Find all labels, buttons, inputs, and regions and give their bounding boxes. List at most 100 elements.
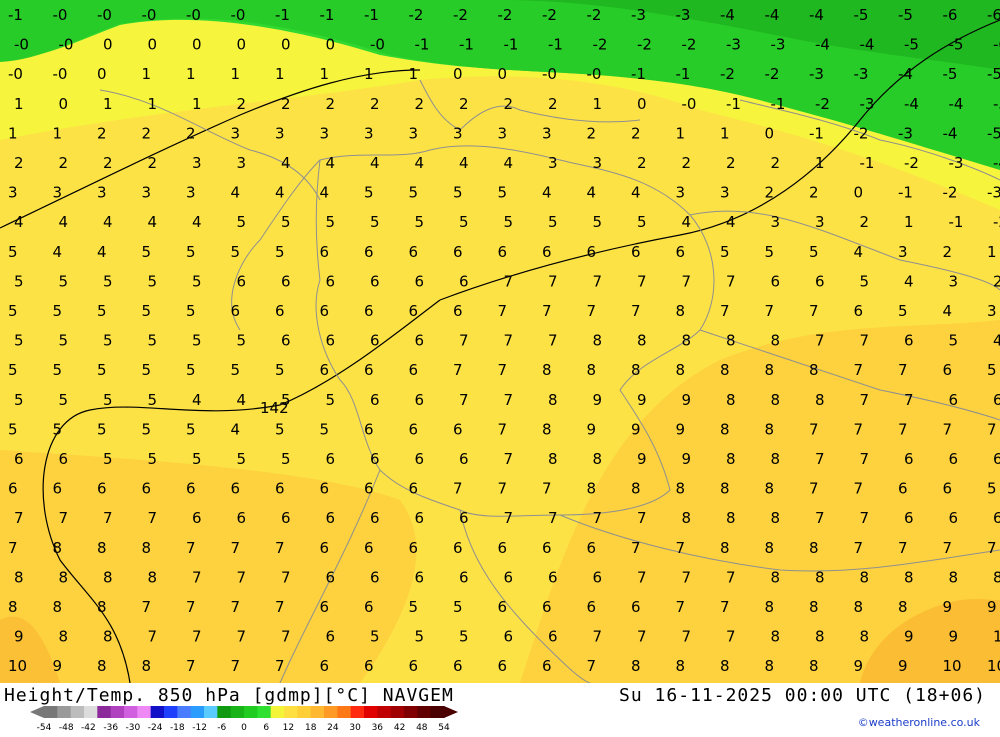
temperature-value: -5 — [854, 6, 869, 24]
temperature-value: 5 — [987, 480, 997, 498]
legend-swatch — [137, 706, 152, 718]
temperature-value: 5 — [148, 450, 158, 468]
temperature-value: 3 — [8, 184, 18, 202]
temperature-value: 7 — [281, 628, 291, 646]
temperature-value: 1 — [593, 95, 603, 113]
temperature-value: 5 — [97, 420, 107, 438]
temperature-value: 3 — [364, 124, 374, 142]
temperature-value: 4 — [993, 332, 1000, 350]
temperature-value: 3 — [548, 154, 558, 172]
temperature-value: 3 — [949, 272, 959, 290]
temperature-value: -3 — [676, 6, 691, 24]
temperature-value: 6 — [370, 332, 380, 350]
temperature-value: 5 — [637, 213, 647, 231]
temperature-value: -1 — [631, 65, 646, 83]
legend-tick-label: 48 — [416, 723, 428, 733]
temperature-value: -0 — [186, 6, 201, 24]
temperature-value: 6 — [275, 480, 285, 498]
temperature-value: 5 — [53, 302, 63, 320]
temperature-value: 4 — [459, 154, 469, 172]
color-scale-legend: -54 -48 -42 -36 -30 -24 -18 -12 -6 0 6 12 18 24 30 36 42… — [30, 705, 470, 737]
temperature-value: 6 — [326, 568, 336, 586]
temperature-value: 8 — [53, 598, 63, 616]
temperature-value: 4 — [726, 213, 736, 231]
temperature-value: 8 — [726, 509, 736, 527]
temperature-value: 7 — [453, 361, 463, 379]
temperature-value: 7 — [815, 450, 825, 468]
temperature-value: 5 — [237, 213, 247, 231]
temperature-value: 7 — [186, 657, 196, 675]
temperature-value: 5 — [186, 361, 196, 379]
temperature-value: 7 — [682, 568, 692, 586]
credit-link[interactable]: ©weatheronline.co.uk — [858, 716, 980, 729]
temperature-value: 7 — [231, 598, 241, 616]
temperature-value: 4 — [587, 184, 597, 202]
temperature-value: 9 — [682, 450, 692, 468]
temperature-value: 5 — [231, 243, 241, 261]
legend-tick-label: -30 — [126, 723, 141, 733]
temperature-value: 8 — [103, 568, 113, 586]
legend-swatch — [270, 706, 285, 718]
map-footer: Height/Temp. 850 hPa [gdmp][°C] NAVGEM S… — [0, 683, 1000, 733]
temperature-value: 7 — [676, 539, 686, 557]
temperature-value: 8 — [631, 480, 641, 498]
temperature-value: 6 — [281, 272, 291, 290]
temperature-value: 4 — [275, 184, 285, 202]
temperature-value: 5 — [326, 213, 336, 231]
temperature-value: 6 — [415, 568, 425, 586]
temperature-value: -3 — [860, 95, 875, 113]
temperature-value: 6 — [453, 657, 463, 675]
temperature-value: 6 — [370, 509, 380, 527]
temperature-value: 5 — [14, 332, 24, 350]
temperature-value: 7 — [548, 509, 558, 527]
temperature-value: 4 — [320, 184, 330, 202]
temperature-value: 6 — [320, 361, 330, 379]
temperature-value: 6 — [631, 243, 641, 261]
temperature-value: -1 — [320, 6, 335, 24]
temperature-value: 4 — [904, 272, 914, 290]
temperature-value: 8 — [765, 598, 775, 616]
temperature-value: -2 — [593, 36, 608, 54]
temperature-value: 4 — [231, 420, 241, 438]
temperature-value: 7 — [815, 509, 825, 527]
temperature-value: -2 — [943, 184, 958, 202]
temperature-value: 4 — [326, 154, 336, 172]
temperature-value: 7 — [498, 302, 508, 320]
temperature-value: 4 — [53, 243, 63, 261]
legend-tick-label: -18 — [170, 723, 185, 733]
legend-tick-label: -36 — [103, 723, 118, 733]
temperature-value: 2 — [548, 95, 558, 113]
temperature-value: -2 — [409, 6, 424, 24]
temperature-value: 6 — [231, 302, 241, 320]
legend-swatch — [350, 706, 365, 718]
legend-swatch — [324, 706, 338, 718]
temperature-value: 5 — [192, 450, 202, 468]
legend-swatch — [164, 706, 178, 718]
temperature-value: 2 — [148, 154, 158, 172]
temperature-value: 6 — [993, 450, 1000, 468]
temperature-value: 9 — [631, 420, 641, 438]
temperature-value: -0 — [59, 36, 74, 54]
temperature-value: 6 — [370, 272, 380, 290]
temperature-value: -1 — [275, 6, 290, 24]
temperature-value: 8 — [771, 628, 781, 646]
temperature-value: 6 — [237, 272, 247, 290]
temperature-value: 8 — [8, 598, 18, 616]
temperature-value: -1 — [548, 36, 563, 54]
temperature-value: 5 — [949, 332, 959, 350]
temperature-value: 4 — [148, 213, 158, 231]
temperature-value: 7 — [548, 332, 558, 350]
temperature-value: 7 — [593, 272, 603, 290]
temperature-value: 8 — [720, 480, 730, 498]
temperature-value: 0 — [637, 95, 647, 113]
temperature-value: 5 — [498, 184, 508, 202]
temperature-value: 8 — [765, 480, 775, 498]
temperature-value: 7 — [720, 598, 730, 616]
temperature-value: 8 — [815, 391, 825, 409]
temperature-value: 6 — [504, 568, 514, 586]
temperature-value: 8 — [593, 332, 603, 350]
temperature-value: 8 — [148, 568, 158, 586]
temperature-value: 7 — [682, 272, 692, 290]
legend-tick-label: 6 — [263, 723, 269, 733]
temperature-value: -4 — [993, 154, 1000, 172]
